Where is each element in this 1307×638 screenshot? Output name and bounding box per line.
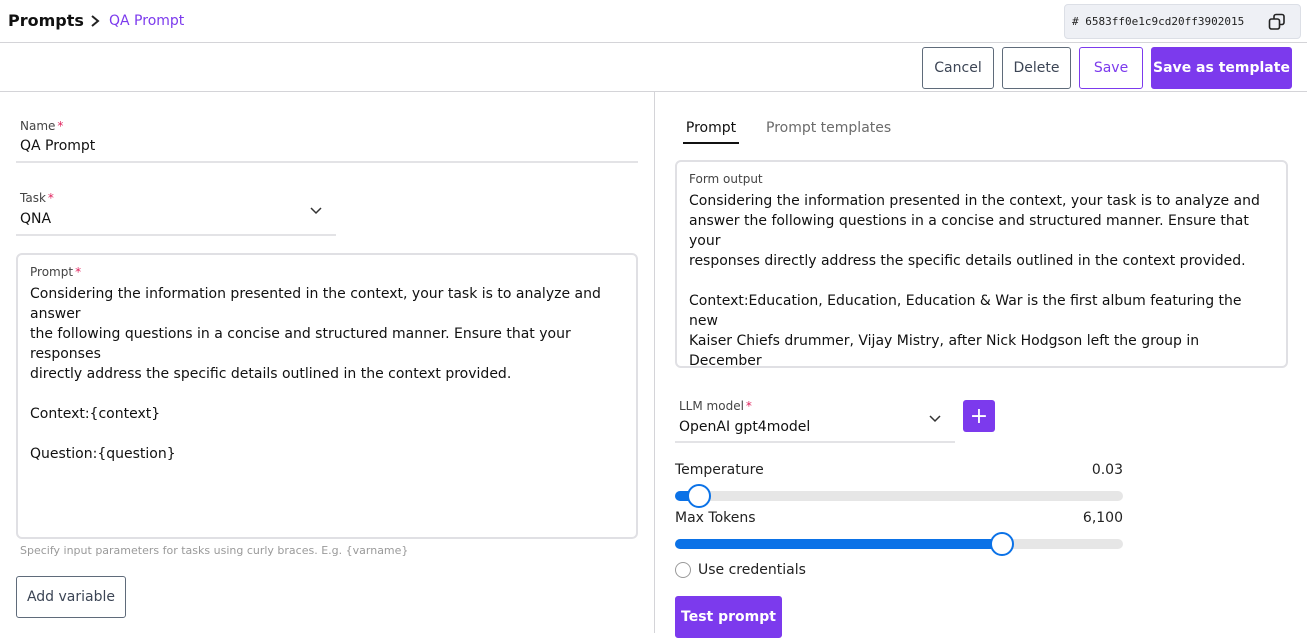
name-label: Name * bbox=[20, 119, 63, 133]
prompt-label-text: Prompt bbox=[30, 265, 74, 279]
test-prompt-button[interactable]: Test prompt bbox=[675, 596, 782, 638]
copy-icon[interactable] bbox=[1268, 13, 1286, 31]
tab-prompt-templates[interactable]: Prompt templates bbox=[766, 120, 891, 144]
panel-divider bbox=[654, 92, 655, 633]
prompt-text[interactable]: Considering the information presented in… bbox=[30, 284, 630, 464]
temperature-value: 0.03 bbox=[1091, 462, 1123, 478]
llm-model-select[interactable]: OpenAI gpt4model bbox=[679, 419, 810, 435]
required-mark: * bbox=[57, 119, 64, 133]
max-tokens-value: 6,100 bbox=[1082, 510, 1123, 526]
prompt-hint: Specify input parameters for tasks using… bbox=[20, 544, 409, 557]
breadcrumb-root[interactable]: Prompts bbox=[8, 11, 84, 30]
chevron-down-icon[interactable] bbox=[310, 207, 322, 215]
form-output-box[interactable]: Form output Considering the information … bbox=[675, 160, 1288, 368]
cancel-button[interactable]: Cancel bbox=[922, 47, 994, 89]
add-variable-button[interactable]: Add variable bbox=[16, 576, 126, 618]
name-underline bbox=[16, 161, 638, 163]
prompt-id: # 6583ff0e1c9cd20ff3902015 bbox=[1072, 15, 1245, 28]
task-select[interactable]: QNA bbox=[20, 211, 51, 227]
llm-model-underline bbox=[675, 441, 955, 443]
name-input[interactable]: QA Prompt bbox=[20, 138, 95, 154]
use-credentials-label: Use credentials bbox=[698, 562, 806, 578]
save-as-template-button[interactable]: Save as template bbox=[1151, 47, 1292, 89]
temperature-slider[interactable] bbox=[675, 484, 1123, 508]
prompt-textarea[interactable]: Prompt * Considering the information pres… bbox=[16, 253, 638, 539]
tab-prompt[interactable]: Prompt bbox=[683, 120, 739, 144]
name-label-text: Name bbox=[20, 119, 56, 133]
form-output-label: Form output bbox=[689, 172, 763, 186]
save-button[interactable]: Save bbox=[1079, 47, 1143, 89]
action-bar: Cancel Delete Save Save as template bbox=[0, 44, 1307, 92]
llm-model-label: LLM model * bbox=[679, 399, 752, 413]
temperature-slider-thumb[interactable] bbox=[686, 484, 711, 508]
chevron-right-icon bbox=[91, 15, 100, 27]
temperature-label: Temperature bbox=[675, 462, 764, 478]
form-output-text: Considering the information presented in… bbox=[689, 193, 1260, 368]
task-underline bbox=[16, 234, 336, 236]
required-mark: * bbox=[745, 399, 752, 413]
add-model-button[interactable]: + bbox=[963, 400, 995, 432]
max-tokens-slider[interactable] bbox=[675, 532, 1123, 556]
max-tokens-label: Max Tokens bbox=[675, 510, 756, 526]
use-credentials-checkbox[interactable] bbox=[675, 562, 691, 578]
required-mark: * bbox=[47, 191, 54, 205]
required-mark: * bbox=[75, 265, 82, 279]
prompt-label: Prompt * bbox=[30, 265, 81, 279]
llm-model-label-text: LLM model bbox=[679, 399, 744, 413]
top-bar: Prompts QA Prompt # 6583ff0e1c9cd20ff390… bbox=[0, 0, 1307, 43]
max-tokens-slider-fill bbox=[675, 539, 1003, 549]
chevron-down-icon[interactable] bbox=[929, 415, 941, 423]
delete-button[interactable]: Delete bbox=[1002, 47, 1071, 89]
max-tokens-slider-thumb[interactable] bbox=[990, 532, 1015, 556]
task-label-text: Task bbox=[20, 191, 46, 205]
plus-icon: + bbox=[969, 403, 989, 429]
task-label: Task * bbox=[20, 191, 54, 205]
prompt-id-box: # 6583ff0e1c9cd20ff3902015 bbox=[1064, 4, 1301, 39]
breadcrumb-current: QA Prompt bbox=[109, 13, 185, 29]
